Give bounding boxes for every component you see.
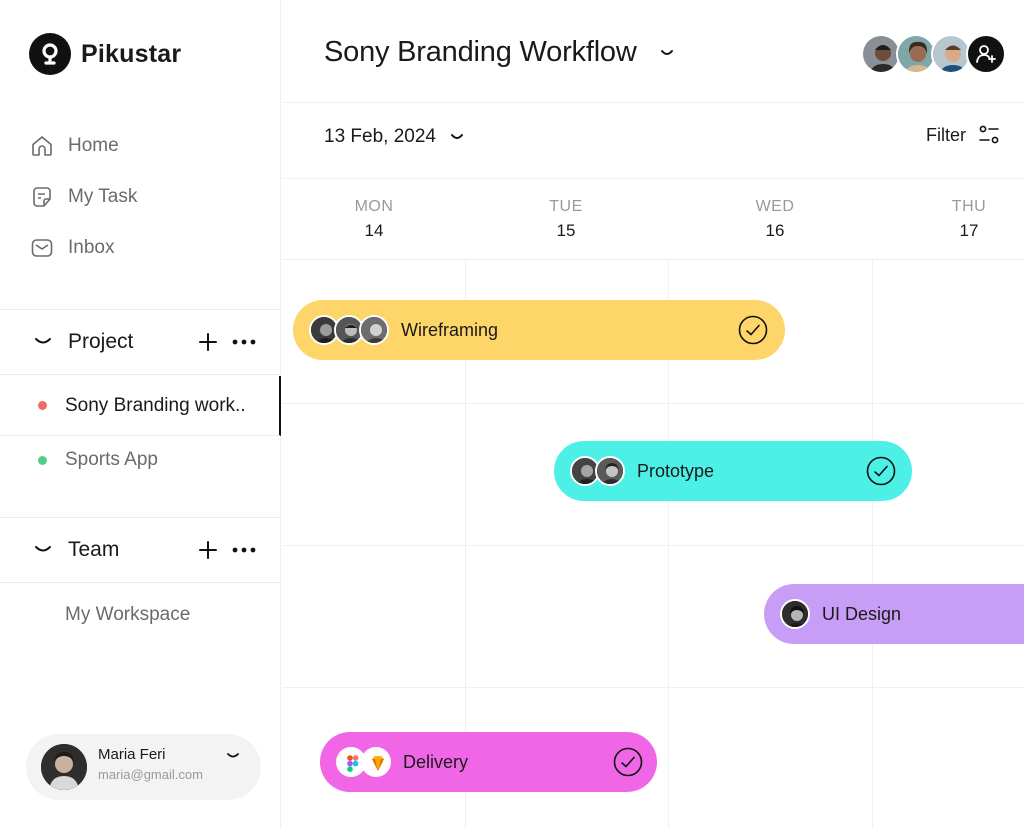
assignee-avatars — [570, 456, 625, 486]
calendar-grid: Wireframing Prototype UI Design Delivery — [282, 260, 1024, 829]
user-name: Maria Feri — [98, 746, 166, 763]
home-icon — [32, 135, 52, 156]
day-column-header[interactable]: MON 14 — [334, 198, 414, 241]
task-bar-ui-design[interactable]: UI Design — [764, 584, 1024, 644]
status-dot — [38, 401, 47, 410]
task-bar-wireframing[interactable]: Wireframing — [293, 300, 785, 360]
note-icon — [33, 186, 51, 207]
chevron-down-icon[interactable] — [226, 751, 240, 761]
filter-button[interactable]: Filter — [926, 124, 1000, 146]
avatar — [359, 315, 389, 345]
sidebar: Pikustar Home My Task Inbox Project Sony… — [0, 0, 281, 829]
day-column-header[interactable]: TUE 15 — [526, 198, 606, 241]
task-label: UI Design — [822, 603, 902, 624]
add-team-icon[interactable] — [198, 540, 218, 560]
project-label: Sony Branding work.. — [65, 394, 246, 416]
day-column-header[interactable]: WED 16 — [735, 198, 815, 241]
task-label: Wireframing — [401, 319, 499, 340]
nav-label-my-task: My Task — [68, 185, 138, 207]
avatar — [41, 744, 87, 790]
team-section-title: Team — [68, 538, 120, 561]
chevron-down-icon[interactable] — [34, 544, 52, 556]
app-icons — [336, 747, 391, 777]
chevron-down-icon[interactable] — [450, 133, 464, 142]
assignee-avatars — [309, 315, 389, 345]
week-days-header: MON 14 TUE 15 WED 16 THU 17 — [282, 180, 1024, 260]
team-section-header[interactable]: Team — [0, 517, 280, 583]
more-options-icon[interactable] — [231, 334, 257, 350]
avatar[interactable] — [931, 34, 971, 74]
assignee-avatars — [780, 599, 810, 629]
day-number: 14 — [364, 221, 384, 240]
check-circle-icon[interactable] — [866, 456, 896, 486]
add-member-button[interactable] — [966, 34, 1006, 74]
chevron-down-icon[interactable] — [34, 336, 52, 348]
day-name: THU — [951, 198, 987, 215]
nav-item-home[interactable]: Home — [30, 120, 137, 171]
task-bar-prototype[interactable]: Prototype — [554, 441, 912, 501]
user-profile-card[interactable]: Maria Feri maria@gmail.com — [26, 734, 261, 800]
nav-item-my-task[interactable]: My Task — [30, 171, 137, 222]
task-label: Delivery — [403, 751, 469, 772]
grid-divider — [282, 545, 1024, 546]
member-avatars — [861, 34, 1006, 74]
day-number: 17 — [959, 221, 979, 240]
avatar — [780, 599, 810, 629]
status-dot — [38, 455, 47, 465]
brand-name: Pikustar — [81, 39, 182, 68]
sketch-icon — [361, 747, 391, 777]
avatar — [595, 456, 625, 486]
task-bar-delivery[interactable]: Delivery — [320, 732, 657, 792]
check-circle-icon[interactable] — [613, 747, 643, 777]
add-project-icon[interactable] — [198, 332, 218, 352]
project-item-sony-branding[interactable]: Sony Branding work.. — [0, 376, 281, 436]
project-section-header[interactable]: Project — [0, 309, 280, 375]
check-circle-icon[interactable] — [738, 315, 768, 345]
more-options-icon[interactable] — [231, 542, 257, 558]
day-column-header[interactable]: THU 17 — [929, 198, 1009, 241]
date-selector[interactable]: 13 Feb, 2024 — [324, 126, 436, 148]
grid-divider — [282, 687, 1024, 688]
grid-divider — [282, 403, 1024, 404]
pikustar-logo-icon — [29, 33, 71, 75]
project-label: Sports App — [65, 449, 158, 470]
user-email: maria@gmail.com — [98, 767, 203, 782]
task-label: Prototype — [637, 460, 715, 481]
inbox-icon — [31, 238, 53, 257]
avatar[interactable] — [896, 34, 936, 74]
page-header: Sony Branding Workflow — [282, 0, 1024, 103]
filter-icon — [979, 125, 999, 144]
nav-item-inbox[interactable]: Inbox — [30, 222, 137, 273]
day-number: 15 — [556, 221, 576, 240]
filter-label: Filter — [926, 124, 966, 145]
calendar-toolbar: 13 Feb, 2024 Filter — [282, 103, 1024, 179]
page-title[interactable]: Sony Branding Workflow — [324, 36, 637, 69]
team-item-my-workspace[interactable]: My Workspace — [0, 585, 281, 645]
brand-logo[interactable]: Pikustar — [29, 33, 181, 75]
team-label: My Workspace — [65, 604, 191, 625]
project-section-title: Project — [68, 330, 134, 353]
project-item-sports-app[interactable]: Sports App — [0, 430, 281, 490]
chevron-down-icon[interactable] — [660, 49, 674, 58]
day-name: WED — [755, 198, 795, 215]
day-number: 16 — [765, 221, 785, 240]
day-name: TUE — [549, 198, 583, 215]
add-user-icon — [976, 45, 996, 63]
nav-label-home: Home — [68, 134, 119, 156]
main-nav: Home My Task Inbox — [30, 120, 137, 273]
avatar[interactable] — [861, 34, 901, 74]
day-name: MON — [354, 198, 394, 215]
nav-label-inbox: Inbox — [68, 236, 115, 258]
